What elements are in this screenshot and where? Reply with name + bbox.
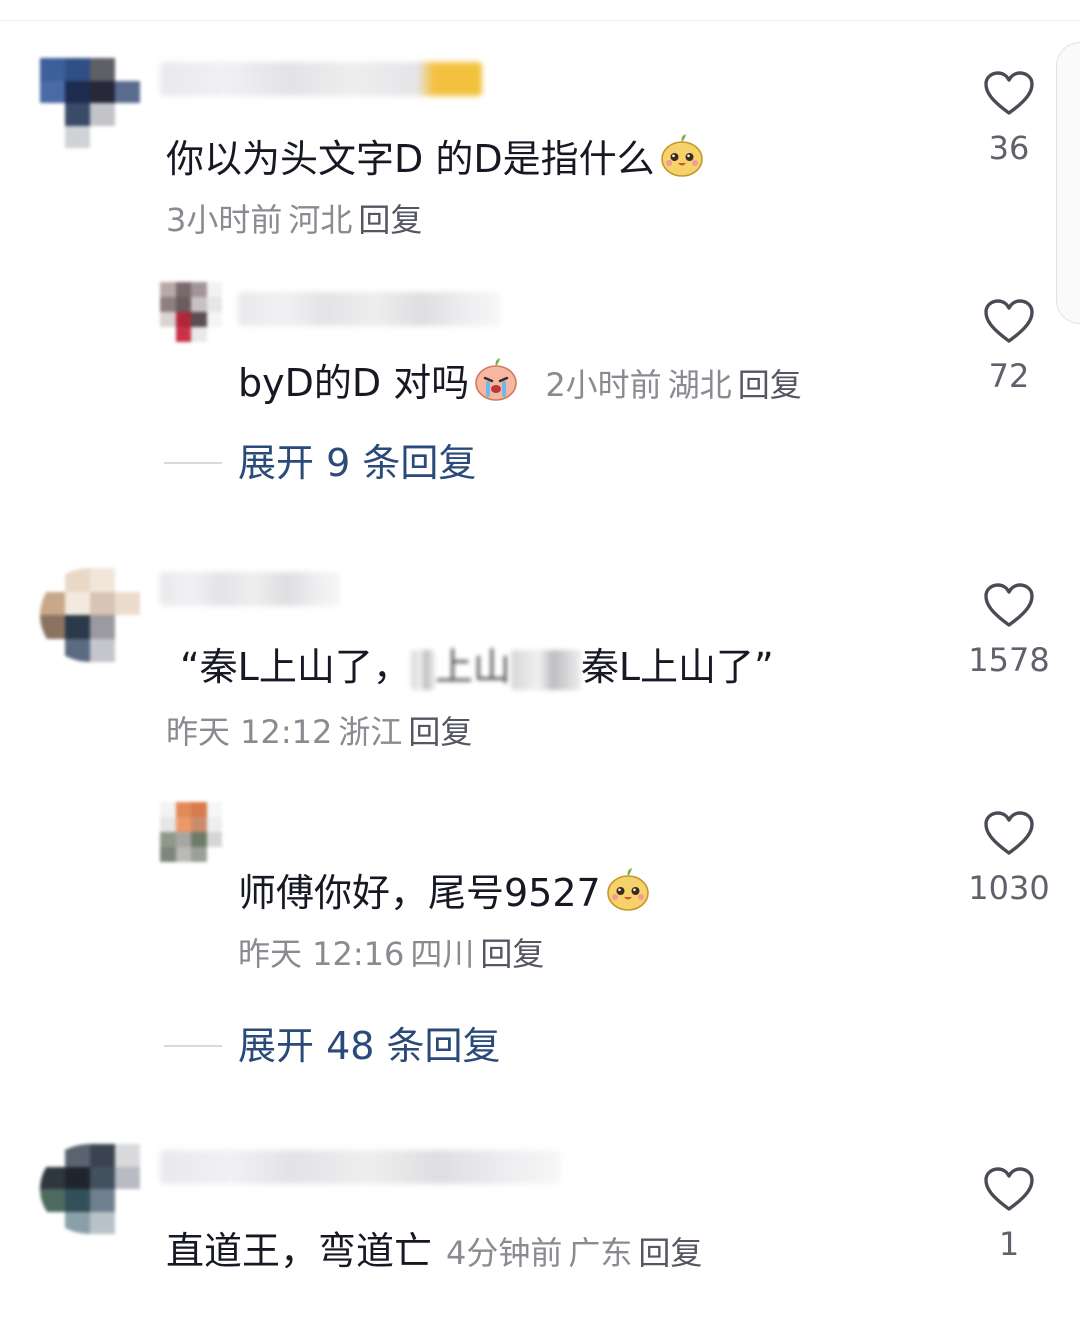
top-divider bbox=[0, 20, 1080, 21]
comment-text: 直道王，弯道亡 4分钟前 广东 回复 bbox=[166, 1229, 703, 1273]
redacted-text bbox=[410, 649, 435, 690]
comment-text: “秦L上山了， 上山 秦L上山了” bbox=[180, 645, 774, 690]
reply-button[interactable]: 回复 bbox=[638, 1234, 702, 1272]
like-button[interactable]: 72 bbox=[964, 298, 1054, 396]
like-count: 1578 bbox=[968, 641, 1050, 679]
comment-location: 广东 bbox=[568, 1234, 633, 1272]
avatar[interactable] bbox=[160, 802, 222, 862]
comment-time: 3小时前 bbox=[166, 201, 283, 239]
heart-outline-icon bbox=[984, 811, 1034, 855]
pear-smile-emoji bbox=[606, 868, 649, 911]
avatar[interactable] bbox=[40, 58, 140, 148]
heart-outline-icon bbox=[984, 583, 1034, 627]
heart-outline-icon bbox=[984, 299, 1034, 343]
side-panel-edge bbox=[1056, 42, 1080, 324]
avatar[interactable] bbox=[40, 568, 140, 662]
reply-text: byD的D 对吗 2小时前 湖北 回复 bbox=[238, 356, 802, 408]
avatar[interactable] bbox=[160, 282, 222, 342]
like-count: 36 bbox=[988, 129, 1030, 167]
username-redacted[interactable] bbox=[238, 292, 500, 326]
comment-time: 昨天 12:12 bbox=[166, 713, 333, 751]
expand-replies-button[interactable]: 展开 48 条回复 bbox=[238, 1023, 501, 1069]
reply-meta: 昨天 12:16 四川 回复 bbox=[238, 934, 544, 974]
like-count: 72 bbox=[988, 357, 1030, 395]
like-count: 1030 bbox=[968, 869, 1050, 907]
expand-replies-button[interactable]: 展开 9 条回复 bbox=[238, 440, 476, 486]
redacted-text bbox=[510, 649, 581, 690]
comment-meta: 昨天 12:12 浙江 回复 bbox=[166, 712, 472, 752]
reply-button[interactable]: 回复 bbox=[358, 201, 422, 239]
like-button[interactable]: 1030 bbox=[964, 810, 1054, 908]
reply-button[interactable]: 回复 bbox=[408, 713, 472, 751]
reply-button[interactable]: 回复 bbox=[480, 935, 544, 973]
reply-location: 四川 bbox=[410, 935, 475, 973]
username-redacted[interactable] bbox=[160, 572, 340, 606]
reply-time: 昨天 12:16 bbox=[238, 935, 405, 973]
expand-divider bbox=[164, 462, 222, 464]
like-button[interactable]: 36 bbox=[964, 70, 1054, 168]
username-redacted[interactable] bbox=[160, 62, 482, 96]
comment-time: 4分钟前 bbox=[446, 1234, 563, 1272]
comment-text: 你以为头文字D 的D是指什么 bbox=[166, 132, 705, 182]
comment-location: 浙江 bbox=[338, 713, 403, 751]
like-button[interactable]: 1 bbox=[964, 1166, 1054, 1264]
like-count: 1 bbox=[998, 1225, 1020, 1263]
reply-time: 2小时前 bbox=[545, 366, 662, 404]
reply-text: 师傅你好，尾号9527 bbox=[238, 866, 651, 916]
pear-smile-emoji bbox=[660, 134, 703, 177]
username-redacted[interactable] bbox=[160, 1150, 560, 1184]
reply-button[interactable]: 回复 bbox=[738, 366, 802, 404]
heart-outline-icon bbox=[984, 1167, 1034, 1211]
comment-location: 河北 bbox=[288, 201, 353, 239]
crying-pear-emoji bbox=[475, 358, 518, 401]
heart-outline-icon bbox=[984, 71, 1034, 115]
reply-location: 湖北 bbox=[667, 366, 732, 404]
avatar[interactable] bbox=[40, 1144, 140, 1234]
expand-divider bbox=[164, 1045, 222, 1047]
like-button[interactable]: 1578 bbox=[964, 582, 1054, 680]
comment-meta: 3小时前 河北 回复 bbox=[166, 200, 422, 240]
